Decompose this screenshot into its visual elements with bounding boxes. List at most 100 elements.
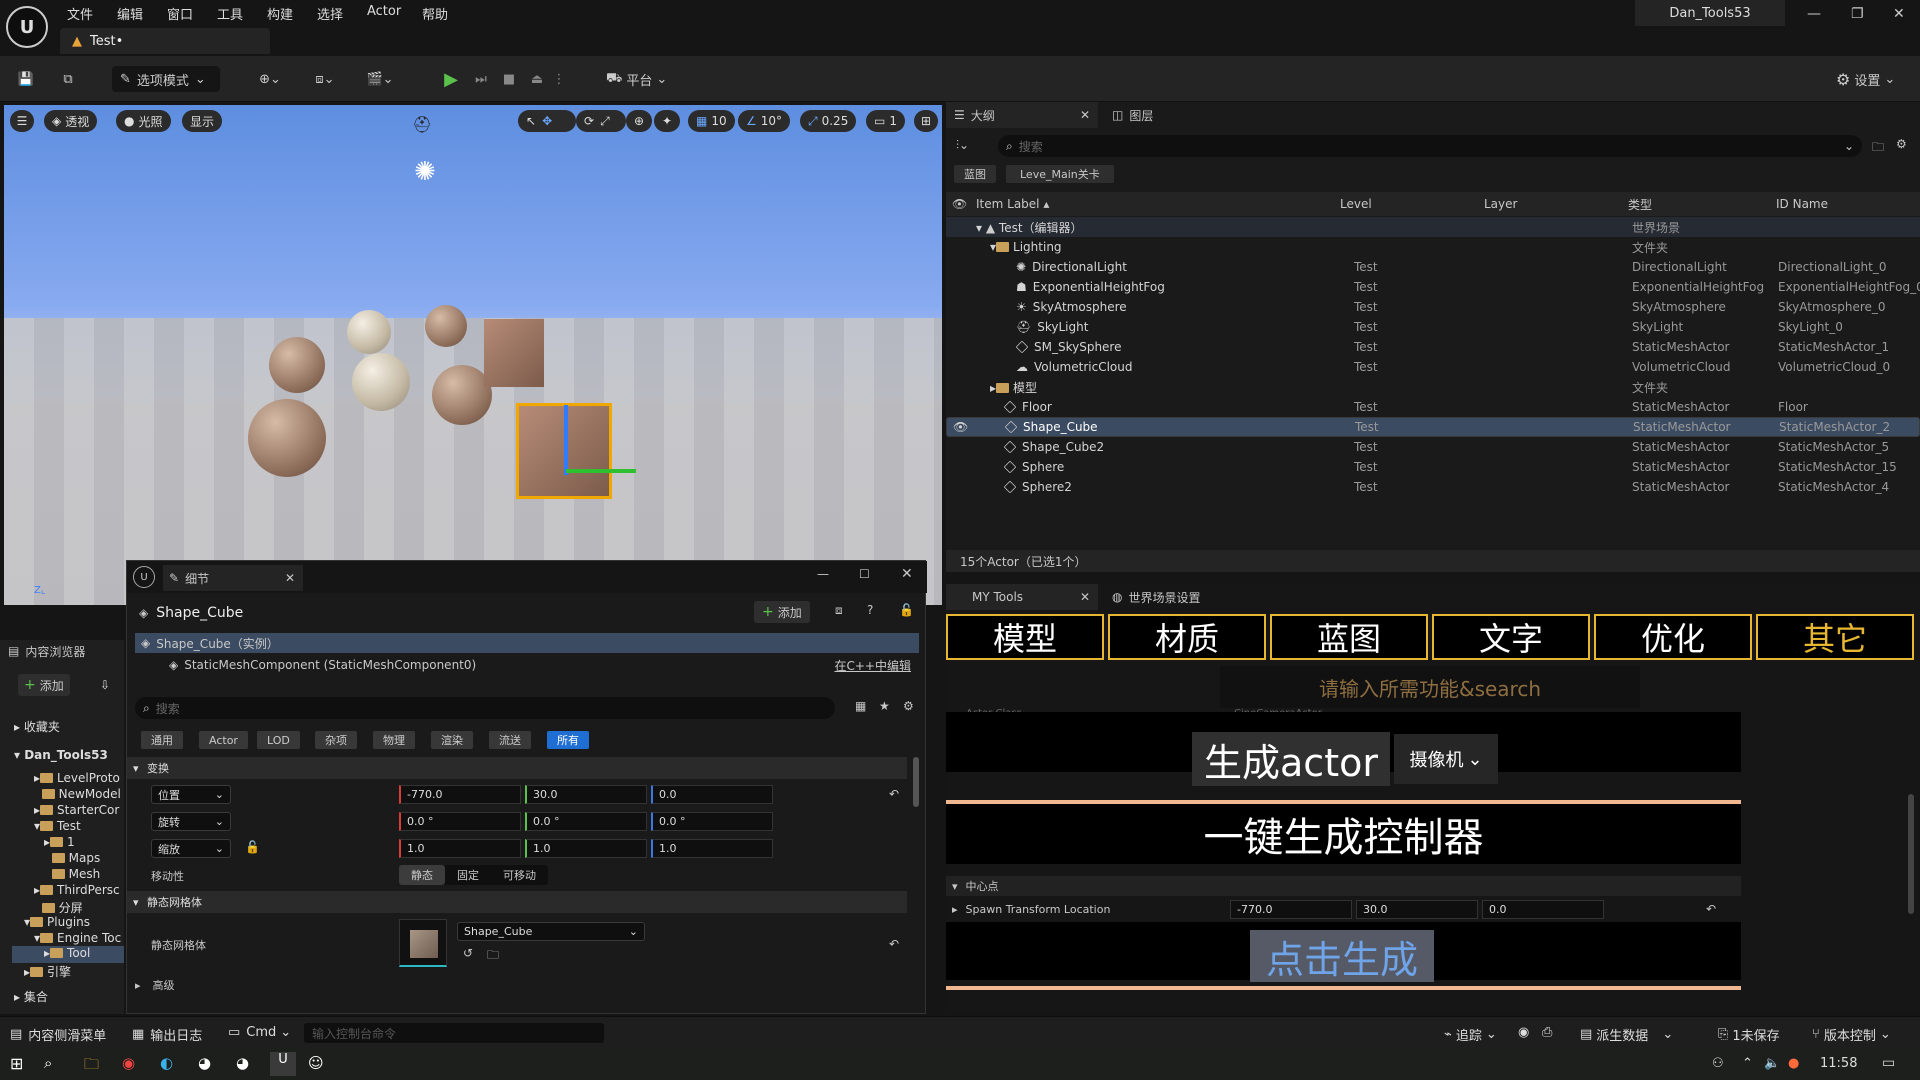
lit-button[interactable]: ● 光照	[116, 110, 171, 132]
eject-icon[interactable]: ⏏	[526, 66, 548, 92]
tab-text[interactable]: 文字	[1432, 614, 1590, 660]
edge-icon[interactable]: ◐	[160, 1054, 173, 1072]
col-label[interactable]: Item Label ▴	[976, 197, 1049, 211]
table-row[interactable]: ▾ Lighting 文件夹	[946, 237, 1920, 257]
show-button[interactable]: 显示	[182, 110, 223, 132]
stop-icon[interactable]: ■	[498, 66, 520, 92]
unreal-taskbar-icon[interactable]: U	[270, 1052, 296, 1076]
gear-icon[interactable]: ⚙	[1896, 137, 1907, 151]
transform-section[interactable]: ▾ 变换	[127, 757, 907, 779]
sphere-mesh[interactable]	[352, 353, 410, 411]
people-icon[interactable]: ⚇	[1712, 1056, 1724, 1071]
more-icon[interactable]: ⋮	[552, 66, 566, 92]
trace-dropdown[interactable]: ⌁ 追踪 ⌄	[1444, 1025, 1497, 1044]
table-row[interactable]: ☁ VolumetricCloud Test VolumetricCloud Vo…	[946, 357, 1920, 377]
perspective-button[interactable]: ◈ 透视	[44, 110, 98, 132]
table-view-icon[interactable]: ▦	[855, 699, 866, 713]
restore-icon[interactable]: ❐	[1851, 6, 1864, 22]
rotate-icon[interactable]: ⟳	[584, 114, 594, 128]
table-row-selected[interactable]: 👁 Shape_Cube Test StaticMeshActor Static…	[946, 417, 1920, 437]
layout-icon[interactable]: ⊞	[914, 110, 938, 132]
lock-icon[interactable]: 🔓	[245, 840, 260, 854]
use-selected-icon[interactable]: ↺	[463, 946, 473, 960]
level-tab[interactable]: ▲ Test•	[60, 28, 270, 54]
menu-file[interactable]: 文件	[67, 4, 93, 23]
table-row[interactable]: Floor Test StaticMeshActor Floor	[946, 397, 1920, 417]
sphere-mesh[interactable]	[347, 310, 391, 354]
rotation-dropdown[interactable]: 旋转 ⌄	[151, 812, 231, 831]
close-icon[interactable]: ✕	[1893, 6, 1905, 22]
tab-optimize[interactable]: 优化	[1594, 614, 1752, 660]
filter-icon[interactable]: ⫶⌄	[956, 138, 969, 153]
folder-item-selected[interactable]: ▸ Tool	[12, 946, 124, 963]
move-icon[interactable]: ✥	[542, 114, 552, 128]
tab-model[interactable]: 模型	[946, 614, 1104, 660]
sphere-mesh[interactable]	[269, 337, 325, 393]
details-tab[interactable]: ✎ 细节 ✕	[163, 565, 303, 591]
spawn-y-field[interactable]: 30.0	[1356, 900, 1478, 919]
platform-dropdown[interactable]: ⛟ 平台 ⌄	[606, 66, 667, 92]
tray-app-icon[interactable]: ●	[1788, 1056, 1799, 1071]
play-icon[interactable]: ▶	[440, 66, 462, 92]
table-row[interactable]: ☀ SkyAtmosphere Test SkyAtmosphere SkyAtm…	[946, 297, 1920, 317]
browse-asset-icon[interactable]: 🗀	[487, 946, 499, 967]
output-log-button[interactable]: ▦ 输出日志	[132, 1025, 202, 1044]
rotation-z-field[interactable]: 0.0 °	[651, 812, 773, 831]
edit-cpp-link[interactable]: 在C++中编辑	[835, 657, 912, 674]
tray-chevron-icon[interactable]: ⌃	[1742, 1056, 1753, 1071]
rotate-scale-tools[interactable]: ⟳ ⤢	[576, 110, 626, 132]
lock-icon[interactable]: 🔓	[899, 603, 914, 617]
volume-icon[interactable]: 🔈	[1764, 1056, 1780, 1071]
cube-mesh[interactable]	[484, 319, 544, 387]
menu-edit[interactable]: 编辑	[117, 4, 143, 23]
import-icon[interactable]: ⇩	[100, 678, 110, 692]
version-control-dropdown[interactable]: ⑂ 版本控制 ⌄	[1812, 1025, 1891, 1044]
static-mesh-dropdown[interactable]: Shape_Cube ⌄	[457, 922, 645, 941]
mobility-static[interactable]: 静态	[399, 865, 445, 885]
transform-tools[interactable]: ↖ ✥	[518, 110, 576, 132]
grid-snap[interactable]: ▦ 10	[688, 110, 735, 132]
menu-tools[interactable]: 工具	[217, 4, 243, 23]
surface-snap-icon[interactable]: ✦	[654, 110, 680, 132]
project-root[interactable]: ▾ Dan_Tools53	[14, 748, 108, 762]
location-dropdown[interactable]: 位置 ⌄	[151, 785, 231, 804]
cmd-dropdown[interactable]: ▭ Cmd ⌄	[228, 1025, 291, 1040]
derived-data-dropdown[interactable]: ▤ 派生数据 ⌄	[1580, 1025, 1673, 1044]
filter-tab-streaming[interactable]: 流送	[489, 731, 531, 749]
add-content-button[interactable]: + 添加	[18, 674, 70, 696]
close-icon[interactable]: ✕	[901, 566, 913, 582]
app-icon[interactable]: ☺	[308, 1054, 324, 1072]
blueprint-chip[interactable]: 蓝图	[954, 165, 996, 183]
tab-other[interactable]: 其它	[1756, 614, 1914, 660]
function-search-input[interactable]: 请输入所需功能&search	[1220, 666, 1640, 708]
folder-item[interactable]: ▾ Plugins	[24, 915, 90, 929]
content-drawer-button[interactable]: ▤ 内容侧滑菜单	[10, 1025, 106, 1044]
scale-icon[interactable]: ⤢	[600, 114, 610, 129]
windows-start-icon[interactable]: ⊞	[10, 1054, 23, 1073]
folder-item[interactable]: ▸ ThirdPersc	[34, 883, 120, 897]
notification-icon[interactable]: ▭	[1882, 1055, 1895, 1071]
col-type[interactable]: 类型	[1628, 196, 1652, 213]
outliner-search[interactable]: ⌕ 搜索 ⌄	[998, 135, 1862, 157]
screenshot-icon[interactable]: ⎙	[1542, 1025, 1552, 1040]
scale-z-field[interactable]: 1.0	[651, 839, 773, 858]
spawn-actor-button[interactable]: 生成actor	[1192, 732, 1390, 786]
settings-button[interactable]: ⚙ 设置 ⌄	[1836, 66, 1895, 92]
viewport-menu-icon[interactable]: ☰	[10, 110, 34, 132]
table-row[interactable]: ⛑ SkyLight Test SkyLight SkyLight_0	[946, 317, 1920, 337]
folder-item[interactable]: NewModel	[34, 787, 121, 801]
mode-dropdown[interactable]: ✎ 选项模式 ⌄	[112, 66, 220, 92]
file-explorer-icon[interactable]: 🗀	[84, 1054, 99, 1079]
static-mesh-section[interactable]: ▾ 静态网格体	[127, 891, 907, 913]
tools-scrollbar[interactable]	[1908, 794, 1914, 914]
unreal-logo-icon[interactable]: U	[6, 6, 48, 48]
folder-item[interactable]: ▸ LevelProto	[34, 771, 120, 785]
console-input[interactable]: 输入控制台命令	[304, 1023, 604, 1043]
sphere-mesh[interactable]	[248, 399, 326, 477]
scale-y-field[interactable]: 1.0	[525, 839, 647, 858]
content-browser-tab[interactable]: ▤ 内容浏览器	[8, 640, 85, 662]
blueprint-icon[interactable]: ⧈	[835, 603, 843, 618]
browse-icon[interactable]: ⧉	[56, 66, 80, 92]
rotation-y-field[interactable]: 0.0 °	[525, 812, 647, 831]
center-section[interactable]: ▾ 中心点	[946, 876, 1741, 896]
